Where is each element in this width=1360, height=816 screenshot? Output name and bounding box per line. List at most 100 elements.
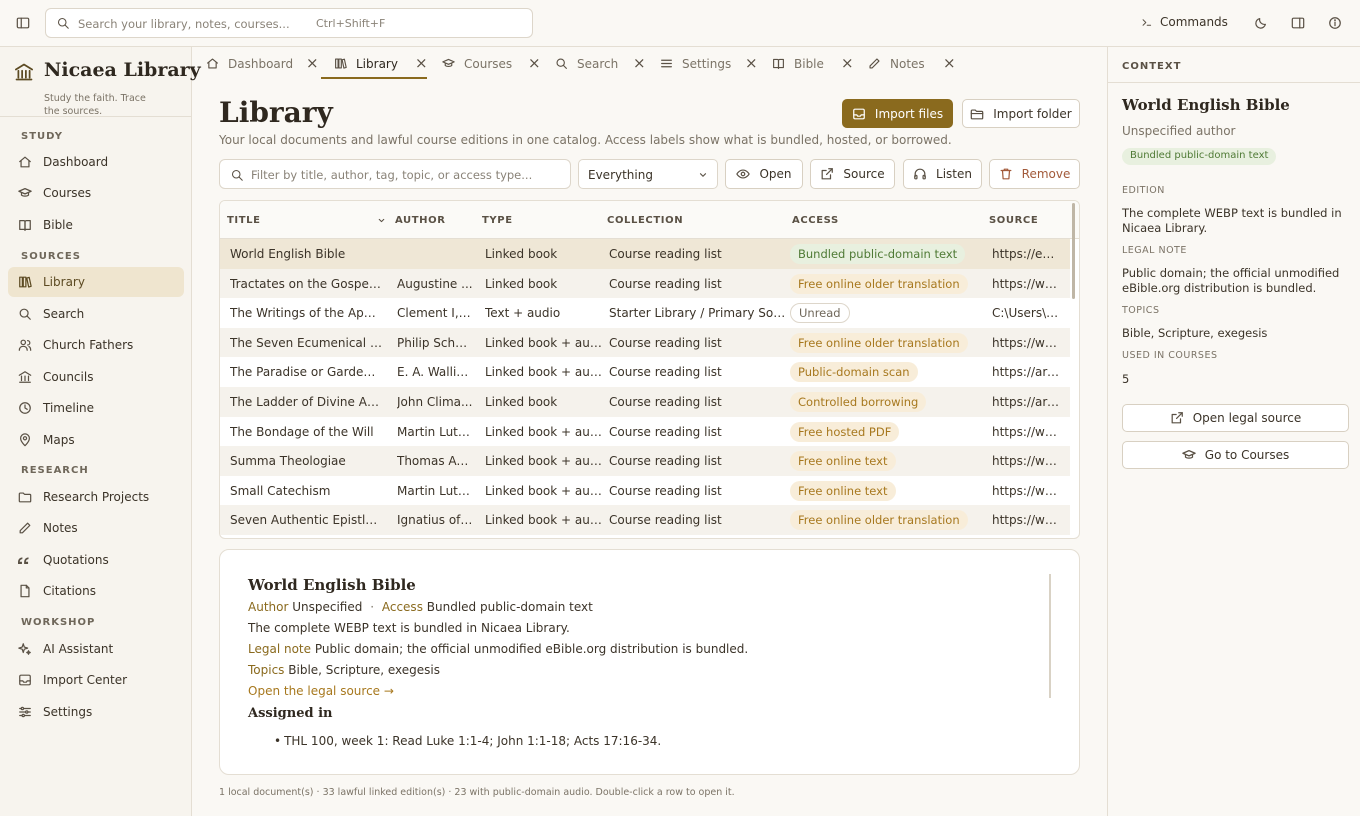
cell-author: E. A. Wallis ... [397,365,473,380]
table-row[interactable]: Seven Authentic Epistles (sh... Ignatius … [220,505,1070,535]
table-row[interactable]: Summa Theologiae Thomas Aq... Linked book … [220,446,1070,476]
detail-title: World English Bible [248,576,416,594]
cell-collection: Course reading list [609,454,722,469]
import-files-label: Import files [874,106,944,121]
sidebar-toggle-icon[interactable] [16,16,30,30]
tab-bar: Dashboard × Library × Courses × Search ×… [192,47,1107,81]
table-row[interactable]: World English Bible Linked book Course rea… [220,239,1070,269]
book-open-icon [19,220,31,231]
column-header-source[interactable]: SOURCE [989,215,1038,226]
tab-notes[interactable]: Notes × [868,47,958,80]
column-header-author[interactable]: AUTHOR [395,215,446,226]
panel-toggle-icon[interactable] [1291,16,1305,30]
external-link-icon [821,168,834,180]
access-filter-select[interactable]: Everything [578,159,718,189]
close-icon[interactable]: × [745,54,758,72]
table-row[interactable]: Small Catechism Martin Luther Linked book … [220,476,1070,506]
table-row[interactable]: The Seven Ecumenical Cou... Philip Schaf.… [220,327,1070,358]
commands-button[interactable]: Commands [1141,15,1228,29]
cell-source: https://ww... [992,276,1062,291]
table-row[interactable]: The Bondage of the Will Martin Luther Link… [220,417,1070,447]
context-divider [1108,82,1360,83]
cell-source: https://ww... [992,424,1062,439]
column-header-collection[interactable]: COLLECTION [607,215,683,226]
access-badge: Free online older translation [790,510,968,531]
graduation-cap-icon [18,188,32,197]
sidebar-item-timeline[interactable]: Timeline [8,393,184,423]
remove-button[interactable]: Remove [989,159,1080,189]
source-button[interactable]: Source [810,159,895,189]
legal-source-link[interactable]: Open the legal source → [248,684,394,698]
close-icon[interactable]: × [943,54,956,72]
tab-bible[interactable]: Bible × [772,47,854,80]
close-icon[interactable]: × [528,54,541,72]
sidebar-item-import-center[interactable]: Import Center [8,665,184,695]
cell-collection: Course reading list [609,483,722,498]
sidebar-item-ai-assistant[interactable]: AI Assistant [8,634,184,664]
table-row[interactable]: Tractates on the Gospel of ... Augustine … [220,268,1070,299]
sidebar-item-bible[interactable]: Bible [8,210,184,240]
detail-scrollbar[interactable] [1049,574,1051,698]
tab-dashboard[interactable]: Dashboard × [206,47,319,80]
context-panel: CONTEXT World English Bible Unspecified … [1107,47,1360,816]
access-key: Access [381,600,423,614]
access-badge: Unread [790,303,850,324]
tab-search[interactable]: Search × [555,47,649,80]
sidebar-item-councils[interactable]: Councils [8,362,184,392]
tab-label: Bible [794,57,824,71]
used-in-courses-label: USED IN COURSES [1122,350,1218,361]
import-folder-button[interactable]: Import folder [962,99,1080,128]
tab-library[interactable]: Library × [334,47,428,80]
sidebar-item-library[interactable]: Library [8,267,184,297]
sidebar-item-quotations[interactable]: Quotations [8,545,184,575]
sidebar-item-notes[interactable]: Notes [8,513,184,543]
close-icon[interactable]: × [306,54,319,72]
sidebar-item-label: Dashboard [43,155,109,169]
table-scrollbar[interactable] [1072,203,1075,299]
tab-label: Courses [464,57,513,71]
column-header-access[interactable]: ACCESS [792,215,839,226]
cell-type: Linked book [485,276,558,291]
moon-icon[interactable] [1254,16,1268,30]
tab-courses[interactable]: Courses × [442,47,542,80]
library-filter-input[interactable]: Filter by title, author, tag, topic, or … [219,159,571,189]
sidebar-item-dashboard[interactable]: Dashboard [8,147,184,177]
sidebar-item-research-projects[interactable]: Research Projects [8,482,184,512]
column-header-type[interactable]: TYPE [482,215,513,226]
close-icon[interactable]: × [841,54,854,72]
section-label-workshop: WORKSHOP [21,617,96,628]
sidebar-item-courses[interactable]: Courses [8,178,184,208]
sort-chevron-icon[interactable] [377,216,386,225]
access-badge: Free hosted PDF [790,421,900,442]
open-button[interactable]: Open [725,159,803,189]
sidebar-item-church-fathers[interactable]: Church Fathers [8,330,184,360]
open-legal-source-button[interactable]: Open legal source [1122,404,1349,432]
global-search-input[interactable]: Search your library, notes, courses... C… [45,8,533,38]
page-subtitle: Your local documents and lawful course e… [219,133,952,147]
context-title: World English Bible [1122,96,1290,114]
listen-button[interactable]: Listen [903,159,982,189]
sidebar-item-maps[interactable]: Maps [8,425,184,455]
cell-collection: Course reading list [609,513,722,528]
table-row[interactable]: The Ladder of Divine Ascent John Clima...… [220,387,1070,417]
import-files-button[interactable]: Import files [842,99,953,128]
sidebar-item-citations[interactable]: Citations [8,576,184,606]
column-header-title[interactable]: TITLE [227,215,261,226]
search-placeholder: Search your library, notes, courses... [78,17,290,31]
access-value: Bundled public-domain text [426,600,593,614]
sidebar-item-settings[interactable]: Settings [8,697,184,727]
go-to-courses-button[interactable]: Go to Courses [1122,441,1349,469]
cell-type: Linked book + audio [485,365,603,380]
tab-label: Dashboard [228,57,294,71]
sidebar-item-label: Settings [43,705,93,719]
table-row[interactable]: The Writings of the Apostol... Clement I,… [220,298,1070,328]
info-icon[interactable] [1328,16,1342,30]
close-icon[interactable]: × [415,54,428,72]
sidebar-item-label: Courses [43,186,92,200]
landmark-icon [18,371,32,383]
chevron-down-icon [699,173,707,177]
table-row[interactable]: The Paradise or Garden of ... E. A. Walli… [220,357,1070,387]
sidebar-item-search[interactable]: Search [8,299,184,329]
tab-settings[interactable]: Settings × [660,47,760,80]
close-icon[interactable]: × [633,54,646,72]
